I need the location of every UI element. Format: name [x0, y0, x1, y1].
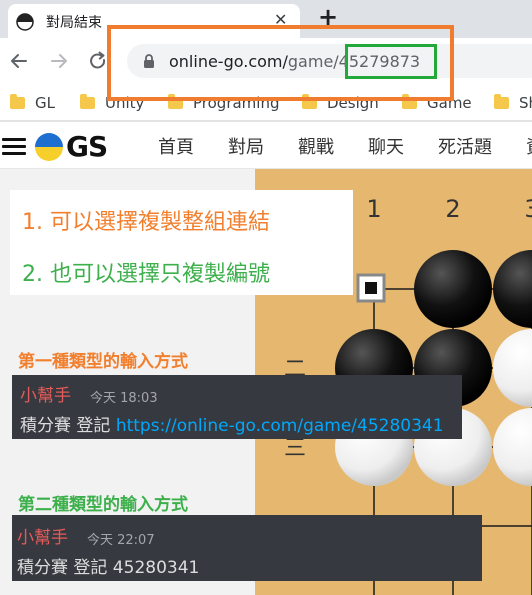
new-tab-icon[interactable]: + [318, 3, 338, 31]
folder-icon [168, 94, 183, 109]
chat-message-text: 積分賽 登記 https://online-go.com/game/452803… [20, 411, 444, 436]
lock-icon [144, 54, 154, 68]
nav-watch[interactable]: 觀戰 [298, 133, 334, 159]
bookmark-folder[interactable]: Unity [80, 92, 144, 114]
chat-timestamp: 今天 18:03 [90, 391, 158, 406]
bookmark-folder[interactable]: Game [402, 92, 472, 114]
url-host: online-go.com/ [169, 52, 288, 71]
bookmark-folder[interactable]: GL [10, 92, 55, 114]
nav-play[interactable]: 對局 [228, 133, 264, 159]
tab-close-icon[interactable]: ✕ [274, 10, 287, 29]
back-arrow-icon[interactable] [6, 48, 32, 74]
instruction-callout: 1. 可以選擇複製整組連結 2. 也可以選擇只複製編號 [10, 190, 353, 295]
go-stone-favicon [16, 13, 34, 31]
chat-link[interactable]: https://online-go.com/game/45280341 [116, 416, 444, 436]
section-title-2: 第二種類型的輸入方式 [18, 495, 188, 515]
browser-tab-strip: 對局結束 ✕ + [0, 0, 532, 38]
nav-home[interactable]: 首頁 [158, 133, 194, 159]
chat-username[interactable]: 小幫手 [17, 523, 68, 548]
section-title-1: 第一種類型的輸入方式 [18, 352, 188, 372]
hamburger-menu-icon[interactable] [2, 138, 26, 159]
folder-icon [402, 94, 417, 109]
folder-icon [494, 94, 509, 109]
bookmark-folder[interactable]: Programing [168, 92, 279, 114]
chat-message-prefix: 積分賽 登記 [20, 416, 116, 436]
reload-icon[interactable] [85, 48, 111, 74]
black-stone [493, 250, 532, 328]
white-stone [493, 408, 532, 486]
url-path: game/ [287, 52, 339, 71]
chat-message-1: 小幫手 今天 18:03 積分賽 登記 https://online-go.co… [12, 375, 462, 439]
browser-toolbar: online-go.com/game/45279873 [0, 38, 532, 84]
folder-icon [80, 94, 95, 109]
instruction-line-2: 2. 也可以選擇只複製編號 [22, 262, 270, 287]
folder-icon [10, 94, 25, 109]
bookmark-folder[interactable]: Sh [494, 92, 532, 114]
logo-text: GS [66, 130, 108, 163]
browser-tab[interactable]: 對局結束 ✕ [8, 4, 300, 38]
chat-username[interactable]: 小幫手 [20, 381, 71, 406]
folder-icon [302, 94, 317, 109]
site-header: GS 首頁 對局 觀戰 聊天 死活題 資 [0, 122, 532, 169]
chat-message-text: 積分賽 登記 45280341 [17, 558, 200, 578]
nav-chat[interactable]: 聊天 [368, 133, 404, 159]
white-stone [493, 329, 532, 407]
bookmarks-bar: GL Unity Programing Design Game Sh [0, 84, 532, 120]
forward-arrow-icon[interactable] [46, 48, 72, 74]
ukraine-circle-icon [35, 132, 63, 161]
chat-message-2: 小幫手 今天 22:07 積分賽 登記 45280341 [12, 515, 482, 581]
last-move-marker-dot [365, 282, 377, 294]
col-label: 2 [445, 195, 460, 223]
row-label: 三 [284, 436, 306, 461]
chat-timestamp: 今天 22:07 [87, 533, 155, 548]
url-text[interactable]: online-go.com/game/45279873 [169, 52, 420, 71]
nav-more[interactable]: 資 [526, 133, 532, 159]
address-bar[interactable]: online-go.com/game/45279873 [127, 44, 532, 78]
ogs-logo[interactable]: GS [34, 130, 108, 163]
col-label: 3 [524, 195, 532, 223]
nav-puzzles[interactable]: 死活題 [438, 133, 492, 159]
tab-title: 對局結束 [46, 15, 102, 31]
instruction-line-1: 1. 可以選擇複製整組連結 [22, 210, 270, 235]
black-stone [414, 250, 492, 328]
col-label: 1 [366, 195, 381, 223]
url-game-id: 45279873 [338, 52, 421, 71]
bookmark-folder[interactable]: Design [302, 92, 379, 114]
